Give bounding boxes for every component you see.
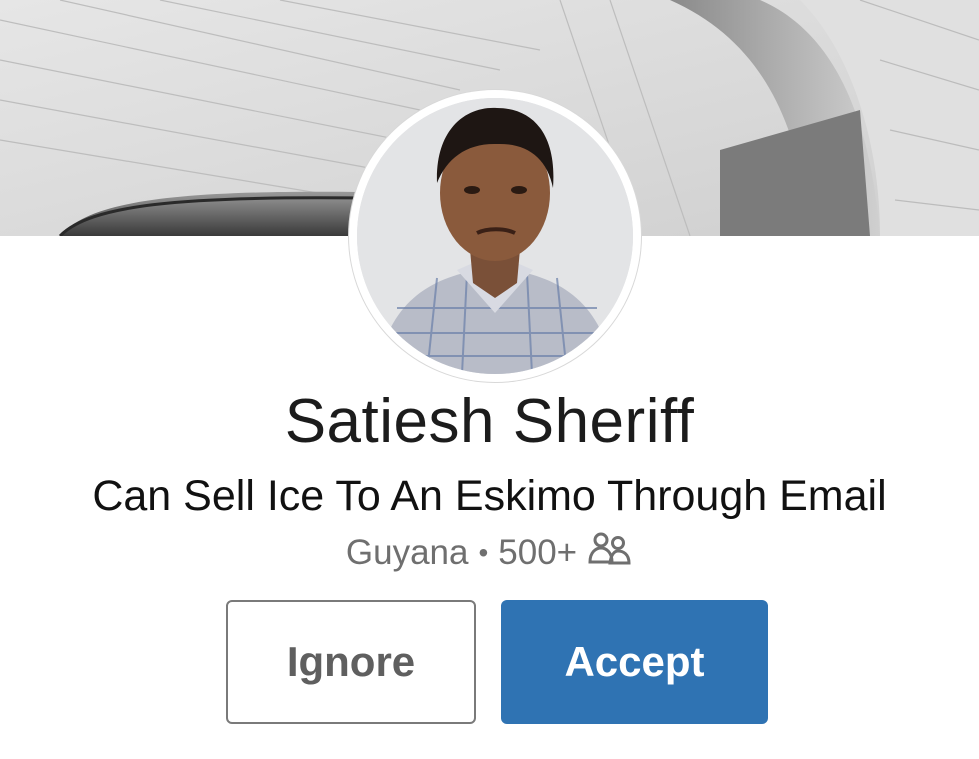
profile-headline: Can Sell Ice To An Eskimo Through Email xyxy=(92,472,887,520)
connections-icon xyxy=(587,530,633,575)
ignore-button[interactable]: Ignore xyxy=(226,600,476,724)
accept-button[interactable]: Accept xyxy=(501,600,768,724)
avatar[interactable] xyxy=(357,98,633,374)
profile-location: Guyana xyxy=(345,532,469,572)
connection-count: 500+ xyxy=(498,532,578,572)
profile-name: Satiesh Sheriff xyxy=(284,387,695,456)
profile-meta: Guyana • 500+ xyxy=(0,530,979,575)
meta-separator: • xyxy=(478,536,489,568)
